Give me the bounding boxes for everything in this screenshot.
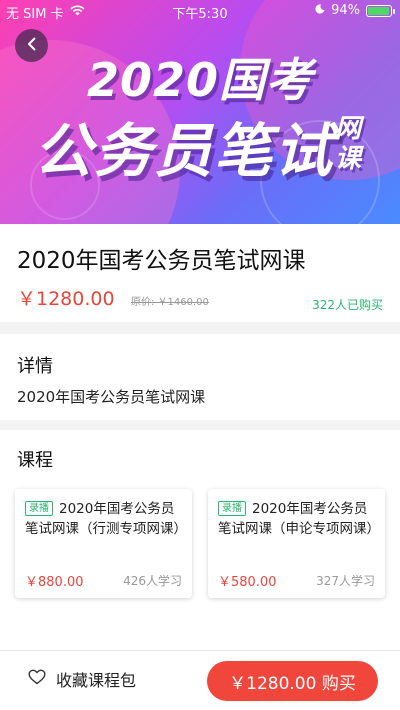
course-learners: 327人学习 [316,574,375,588]
recorded-tag: 录播 [218,501,246,516]
bottom-action-bar: 收藏课程包 ￥1280.00 购买 [0,650,400,710]
buy-button[interactable]: ￥1280.00 购买 [207,661,378,701]
buyer-count: 322人已购买 [312,298,383,312]
details-section: 详情 2020年国考公务员笔试网课 [0,334,400,420]
course-price: ￥880.00 [25,575,84,590]
package-info: 2020年国考公务员笔试网课 ￥1280.00 原价: ￥1460.00 322… [0,224,400,322]
course-card[interactable]: 录播 2020年国考公务员笔试网课（申论专项网课） ￥580.00 327人学习 [208,489,385,598]
course-card[interactable]: 录播 2020年国考公务员笔试网课（行测专项网课） ￥880.00 426人学习 [15,489,192,598]
favorite-button[interactable]: 收藏课程包 [28,667,136,691]
back-button[interactable] [15,29,48,62]
courses-section: 课程 录播 2020年国考公务员笔试网课（行测专项网课） ￥880.00 426人… [0,430,400,650]
package-title: 2020年国考公务员笔试网课 [17,248,306,274]
courses-heading: 课程 [17,450,53,471]
recorded-tag: 录播 [25,501,53,516]
package-price: ￥1280.00 [17,288,115,310]
status-bar: 无 SIM 卡 下午5:30 94% [0,0,400,22]
details-heading: 详情 [17,356,53,377]
original-price: 原价: ￥1460.00 [131,297,209,308]
course-price: ￥580.00 [218,575,277,590]
battery-percent: 94% [331,3,360,18]
hero-banner: 2020国考 公务员笔试 网课 [0,0,400,224]
favorite-label: 收藏课程包 [56,671,137,690]
banner-title-line1: 2020国考 [86,53,314,107]
details-text: 2020年国考公务员笔试网课 [17,388,206,406]
course-learners: 426人学习 [123,574,182,588]
battery-icon [366,4,395,17]
course-title: 录播 2020年国考公务员笔试网课（申论专项网课） [218,499,380,539]
course-title: 录播 2020年国考公务员笔试网课（行测专项网课） [25,499,187,539]
banner-title-small: 网课 [334,114,361,174]
heart-icon [28,669,46,689]
banner-title-line2: 公务员笔试 [34,117,335,185]
chevron-left-icon [26,36,38,55]
moon-icon [315,3,325,18]
